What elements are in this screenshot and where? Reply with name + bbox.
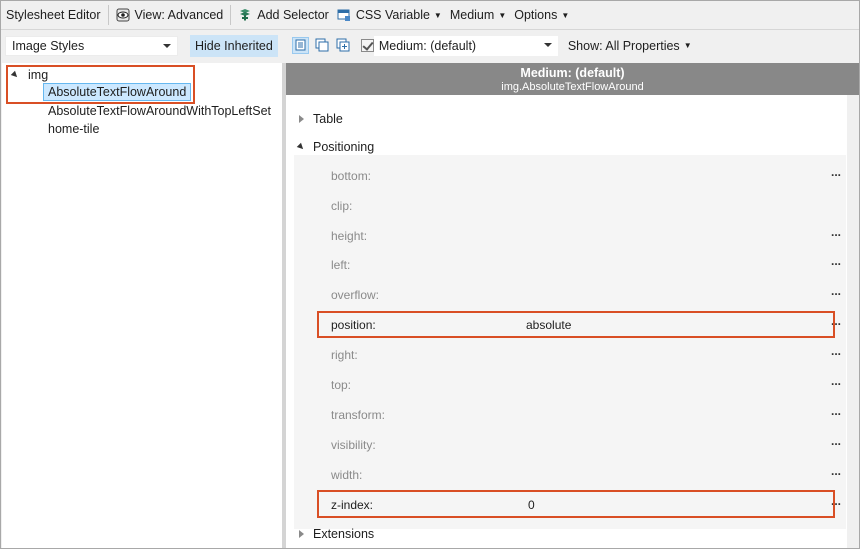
property-row-bottom[interactable]: bottom: ... bbox=[331, 165, 841, 186]
options-menu-label: Options bbox=[514, 8, 558, 22]
add-grouped-view-icon[interactable] bbox=[336, 38, 351, 53]
highlight-box bbox=[317, 311, 835, 338]
more-button[interactable]: ... bbox=[831, 225, 841, 239]
property-name: height: bbox=[331, 229, 368, 243]
property-name: transform: bbox=[331, 408, 386, 422]
view-advanced-label: View: Advanced bbox=[134, 8, 224, 22]
main-toolbar: Stylesheet Editor View: Advanced Add Sel… bbox=[1, 1, 859, 30]
toolbar-divider bbox=[107, 5, 109, 25]
toolbar-divider bbox=[230, 5, 232, 25]
stylesheet-select-value: Image Styles bbox=[12, 38, 85, 53]
section-positioning[interactable]: Positioning bbox=[296, 140, 375, 154]
show-properties-menu[interactable]: Show: All Properties ▼ bbox=[564, 35, 696, 57]
medium-select-value: Medium: (default) bbox=[378, 38, 477, 53]
show-properties-label: Show: All Properties bbox=[567, 38, 680, 53]
tree-item-label: AbsoluteTextFlowAroundWithTopLeftSet bbox=[48, 104, 272, 118]
property-name: top: bbox=[331, 378, 352, 392]
property-row-width[interactable]: width: ... bbox=[331, 464, 841, 485]
dropdown-caret-icon: ▼ bbox=[561, 10, 570, 20]
tree-item[interactable]: AbsoluteTextFlowAroundWithTopLeftSet bbox=[48, 102, 271, 120]
grouped-view-icon[interactable] bbox=[315, 38, 330, 53]
collapsed-arrow-icon bbox=[299, 115, 304, 123]
more-button[interactable]: ... bbox=[831, 374, 841, 388]
tree-item-label: home-tile bbox=[48, 122, 100, 136]
properties-header: Medium: (default) img.AbsoluteTextFlowAr… bbox=[286, 63, 859, 95]
section-label: Extensions bbox=[313, 527, 375, 541]
more-button[interactable]: ... bbox=[831, 464, 841, 478]
property-name: overflow: bbox=[331, 288, 380, 302]
more-button[interactable]: ... bbox=[831, 254, 841, 268]
window-title: Stylesheet Editor bbox=[6, 8, 101, 22]
options-menu[interactable]: Options ▼ bbox=[510, 4, 573, 26]
property-name: left: bbox=[331, 258, 351, 272]
stylesheet-select[interactable]: Image Styles bbox=[5, 35, 178, 56]
dropdown-caret-icon: ▼ bbox=[683, 41, 692, 50]
more-button[interactable]: ... bbox=[831, 404, 841, 418]
property-name: width: bbox=[331, 468, 363, 482]
section-label: Table bbox=[313, 112, 343, 126]
more-button[interactable]: ... bbox=[831, 344, 841, 358]
property-name: visibility: bbox=[331, 438, 376, 452]
stylesheet-editor-window: Stylesheet Editor View: Advanced Add Sel… bbox=[0, 0, 860, 549]
properties-panel: Medium: (default) img.AbsoluteTextFlowAr… bbox=[286, 63, 859, 548]
property-row-height[interactable]: height: ... bbox=[331, 225, 841, 246]
property-name: right: bbox=[331, 348, 358, 362]
list-view-icon[interactable] bbox=[291, 37, 309, 54]
properties-header-subtitle: img.AbsoluteTextFlowAround bbox=[501, 81, 644, 93]
property-row-visibility[interactable]: visibility: ... bbox=[331, 434, 841, 455]
css-variable-icon bbox=[337, 8, 351, 22]
vertical-scrollbar[interactable] bbox=[847, 95, 859, 548]
highlight-box bbox=[6, 65, 195, 104]
property-name: clip: bbox=[331, 199, 353, 213]
medium-menu[interactable]: Medium ▼ bbox=[446, 4, 510, 26]
dropdown-caret-icon: ▼ bbox=[433, 10, 442, 20]
property-row-clip[interactable]: clip: bbox=[331, 196, 841, 216]
dropdown-caret-icon: ▼ bbox=[498, 10, 507, 20]
medium-enable-checkbox[interactable] bbox=[360, 39, 374, 52]
property-name: bottom: bbox=[331, 169, 372, 183]
eye-icon bbox=[116, 8, 130, 22]
add-selector-icon bbox=[238, 8, 252, 22]
more-button[interactable]: ... bbox=[831, 284, 841, 298]
filter-toolbar: Image Styles Hide Inherited Medium: (def… bbox=[1, 31, 859, 60]
css-variable-label: CSS Variable bbox=[355, 8, 430, 22]
expanded-arrow-icon bbox=[296, 142, 306, 152]
more-button[interactable]: ... bbox=[831, 434, 841, 448]
more-button[interactable]: ... bbox=[831, 165, 841, 179]
hide-inherited-toggle[interactable]: Hide Inherited bbox=[190, 34, 278, 57]
property-row-top[interactable]: top: ... bbox=[331, 374, 841, 395]
tree-item[interactable]: home-tile bbox=[48, 120, 99, 138]
chevron-down-icon bbox=[543, 42, 552, 47]
property-row-overflow[interactable]: overflow: ... bbox=[331, 284, 841, 305]
highlight-box bbox=[317, 490, 835, 518]
add-selector-button[interactable]: Add Selector bbox=[234, 4, 333, 26]
properties-header-title: Medium: (default) bbox=[520, 66, 625, 80]
view-advanced-button[interactable]: View: Advanced bbox=[112, 4, 228, 26]
section-label: Positioning bbox=[313, 140, 375, 154]
medium-menu-label: Medium bbox=[449, 8, 495, 22]
property-row-left[interactable]: left: ... bbox=[331, 254, 841, 275]
selector-tree: img AbsoluteTextFlowAround AbsoluteTextF… bbox=[2, 63, 282, 548]
chevron-down-icon bbox=[163, 43, 171, 48]
collapsed-arrow-icon bbox=[299, 530, 304, 538]
section-extensions[interactable]: Extensions bbox=[298, 527, 374, 541]
property-row-transform[interactable]: transform: ... bbox=[331, 404, 841, 425]
property-row-right[interactable]: right: ... bbox=[331, 344, 841, 365]
medium-select[interactable]: Medium: (default) bbox=[373, 35, 558, 56]
css-variable-menu[interactable]: CSS Variable ▼ bbox=[333, 4, 446, 26]
section-table[interactable]: Table bbox=[298, 112, 343, 126]
add-selector-label: Add Selector bbox=[257, 8, 329, 22]
